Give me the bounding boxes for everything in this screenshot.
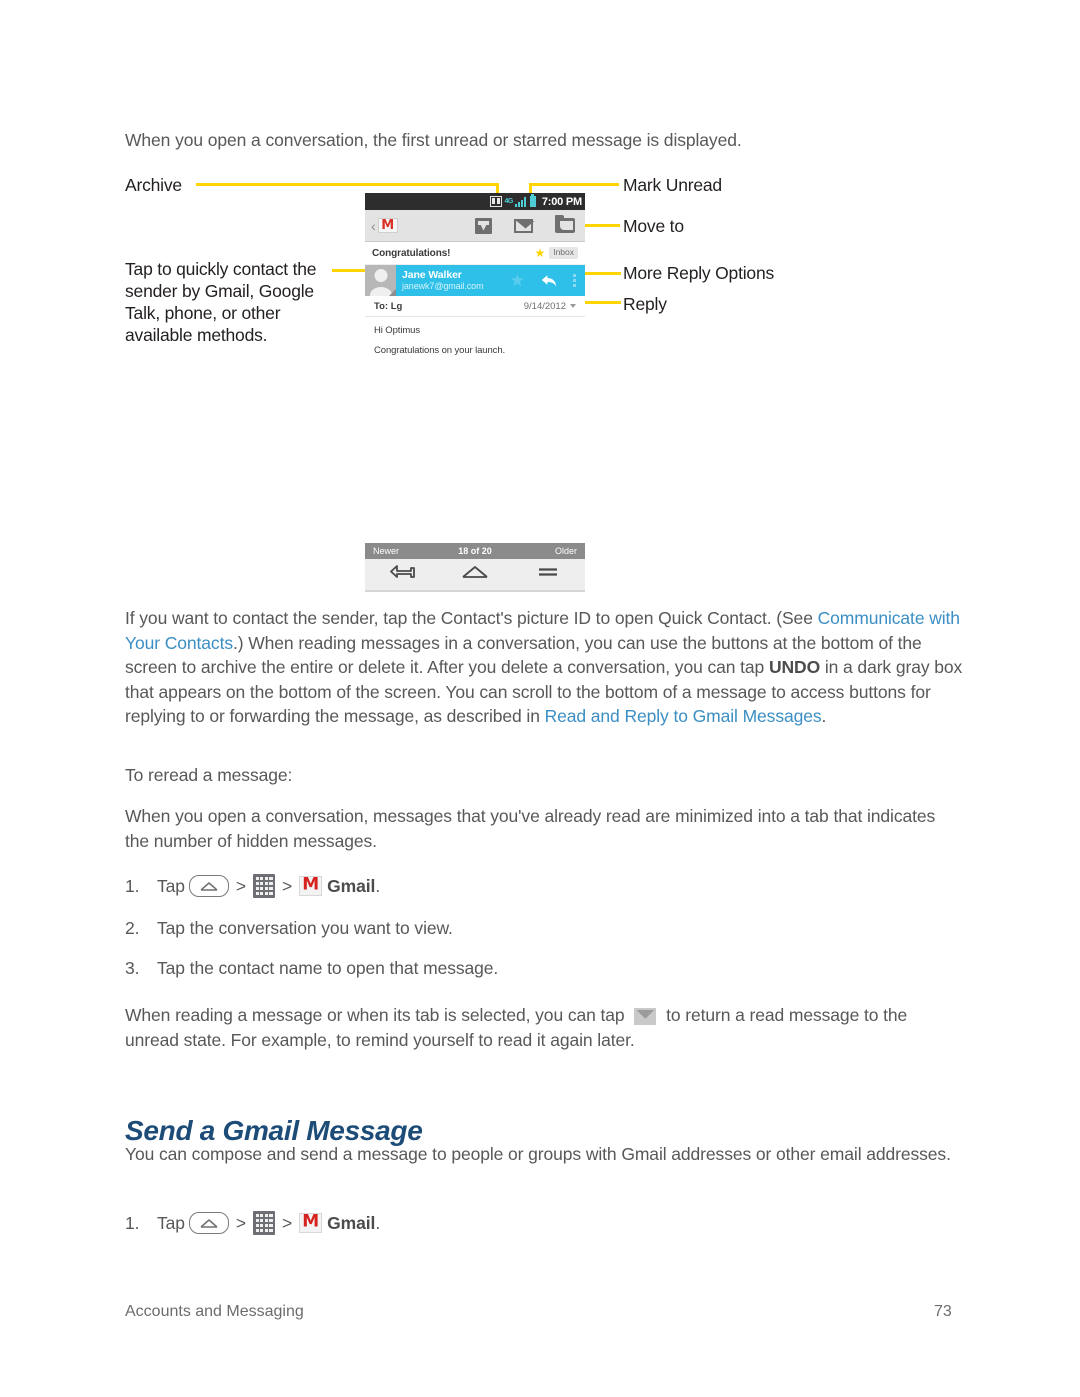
separator-chevron: > (282, 1213, 293, 1233)
gmail-action-bar: ‹ M (365, 210, 585, 242)
undo-keyword: UNDO (768, 657, 821, 677)
leader-line-mark-unread-horizontal (529, 183, 619, 186)
pager-counter: 18 of 20 (458, 546, 492, 556)
conversation-subject: Congratulations! (372, 247, 451, 259)
step-number: 3. (125, 958, 140, 978)
home-key-icon (188, 875, 229, 897)
menu-icon[interactable] (533, 563, 563, 586)
para-part-4: . (821, 706, 827, 726)
step-reread-2: 2. Tap the conversation you want to view… (125, 916, 453, 940)
gmail-app-icon: M (299, 876, 323, 896)
callout-label-mark-unread: Mark Unread (623, 175, 722, 195)
chevron-down-icon[interactable] (570, 304, 576, 308)
callout-label-reply: Reply (623, 294, 667, 314)
tip-part-1: When reading a message or when its tab i… (125, 1005, 630, 1025)
footer-page-number: 73 (934, 1303, 952, 1320)
gmail-icon: M (377, 218, 398, 233)
recipient-label: To: Lg (374, 300, 403, 312)
contact-sender-paragraph: If you want to contact the sender, tap t… (125, 606, 963, 729)
status-bar-clock: 7:00 PM (541, 195, 582, 208)
callout-label-more-reply-options: More Reply Options (623, 263, 775, 283)
star-message-icon[interactable]: ★ (510, 272, 525, 289)
apps-grid-icon (253, 874, 276, 898)
reread-intro: To reread a message: (125, 765, 293, 785)
footer-section-name: Accounts and Messaging (125, 1303, 304, 1320)
mark-unread-icon[interactable] (514, 218, 533, 233)
reread-description: When you open a conversation, messages t… (125, 806, 936, 851)
label-badge-inbox: Inbox (549, 247, 578, 259)
move-to-folder-icon[interactable] (555, 215, 575, 233)
app-name-gmail: Gmail (327, 1213, 376, 1233)
separator-chevron: > (235, 876, 247, 896)
para-part-1: If you want to contact the sender, tap t… (125, 608, 818, 628)
callout-label-archive: Archive (125, 175, 182, 195)
reply-icon[interactable] (541, 274, 557, 288)
step-text: Tap the contact name to open that messag… (157, 958, 499, 978)
sender-name: Jane Walker (402, 269, 462, 282)
star-icon[interactable]: ★ (534, 247, 545, 259)
network-type-label: 4G (504, 198, 513, 205)
app-name-gmail: Gmail (327, 876, 376, 896)
status-bar: 4G 7:00 PM (365, 193, 585, 210)
home-icon[interactable] (460, 563, 490, 586)
step-text-prefix: Tap (157, 1213, 185, 1233)
sd-card-icon (490, 196, 503, 207)
message-date: 9/14/2012 (523, 300, 566, 312)
step-text-suffix: . (375, 1213, 381, 1233)
step-number: 1. (125, 1213, 140, 1233)
link-read-and-reply-to-gmail-messages[interactable]: Read and Reply to Gmail Messages (545, 706, 822, 726)
message-body: Hi Optimus Congratulations on your launc… (365, 317, 585, 362)
battery-icon (529, 194, 536, 207)
callout-label-move-to: Move to (623, 216, 684, 236)
step-number: 2. (125, 918, 140, 938)
leader-line-archive-horizontal (196, 183, 498, 186)
separator-chevron: > (282, 876, 293, 896)
system-navigation-buttons (365, 559, 585, 592)
step-text: Tap the conversation you want to view. (157, 918, 453, 938)
sender-email: janewk7@gmail.com (402, 281, 484, 292)
home-key-icon (188, 1212, 229, 1234)
gmail-app-icon-up[interactable]: ‹ M (371, 218, 398, 233)
signal-bars-icon (514, 196, 526, 207)
mark-unread-icon (634, 1007, 657, 1025)
step-text-suffix: . (375, 876, 381, 896)
manual-page: When you open a conversation, the first … (0, 0, 1080, 1397)
intro-paragraph: When you open a conversation, the first … (125, 130, 742, 150)
gmail-app-icon: M (299, 1213, 323, 1233)
separator-chevron: > (235, 1213, 247, 1233)
archive-icon[interactable] (475, 217, 492, 234)
message-sender-row: Jane Walker janewk7@gmail.com ★ (365, 265, 585, 296)
step-reread-3: 3. Tap the contact name to open that mes… (125, 956, 498, 980)
more-reply-options-icon[interactable] (573, 274, 576, 287)
step-reread-1: 1. Tap > > M Gmail. (125, 874, 380, 898)
message-recipient-row: To: Lg 9/14/2012 (365, 296, 585, 317)
step-send-1: 1. Tap > > M Gmail. (125, 1211, 380, 1235)
phone-screenshot-gmail-conversation: 4G 7:00 PM ‹ M Congratulations! ★ Inbox (365, 193, 585, 362)
avatar[interactable] (365, 265, 396, 296)
step-text-prefix: Tap (157, 876, 185, 896)
message-body-text: Congratulations on your launch. (374, 345, 506, 356)
back-icon[interactable] (387, 563, 417, 586)
up-chevron-icon: ‹ (371, 217, 376, 234)
send-intro-paragraph: You can compose and send a message to pe… (125, 1144, 951, 1164)
message-greeting: Hi Optimus (374, 325, 420, 336)
step-number: 1. (125, 876, 140, 896)
apps-grid-icon (253, 1211, 276, 1235)
conversation-pager: Newer 18 of 20 Older (365, 543, 585, 559)
conversation-subject-row: Congratulations! ★ Inbox (365, 242, 585, 265)
mark-unread-tip: When reading a message or when its tab i… (125, 1003, 955, 1052)
phone-screenshot-navigation-bar: Newer 18 of 20 Older (365, 543, 585, 592)
callout-label-quick-contact: Tap to quickly contact the sender by Gma… (125, 259, 317, 345)
